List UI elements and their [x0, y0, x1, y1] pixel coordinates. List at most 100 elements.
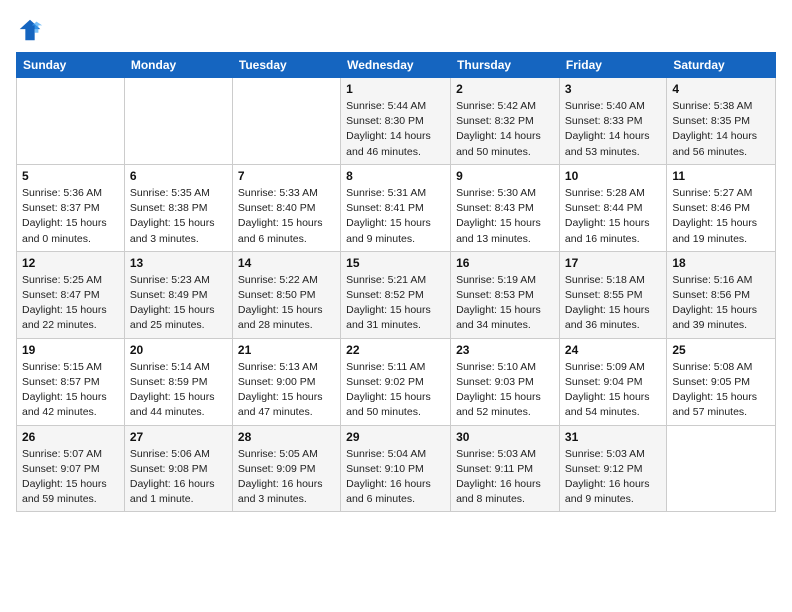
day-number: 3 [565, 82, 661, 96]
day-number: 25 [672, 343, 770, 357]
calendar-cell: 9 Sunrise: 5:30 AMSunset: 8:43 PMDaylight… [451, 164, 560, 251]
calendar-cell: 26Sunrise: 5:07 AMSunset: 9:07 PMDayligh… [17, 425, 125, 512]
calendar-cell: 4 Sunrise: 5:38 AMSunset: 8:35 PMDaylight… [667, 78, 776, 165]
day-number: 8 [346, 169, 445, 183]
day-info: Sunrise: 5:09 AMSunset: 9:04 PMDaylight:… [565, 360, 661, 421]
day-info: Sunrise: 5:33 AMSunset: 8:40 PMDaylight:… [238, 186, 335, 247]
calendar-cell: 6 Sunrise: 5:35 AMSunset: 8:38 PMDaylight… [124, 164, 232, 251]
day-info: Sunrise: 5:16 AMSunset: 8:56 PMDaylight:… [672, 273, 770, 334]
day-number: 5 [22, 169, 119, 183]
calendar-cell [232, 78, 340, 165]
day-number: 20 [130, 343, 227, 357]
calendar-cell [667, 425, 776, 512]
day-info: Sunrise: 5:25 AMSunset: 8:47 PMDaylight:… [22, 273, 119, 334]
day-number: 30 [456, 430, 554, 444]
day-number: 2 [456, 82, 554, 96]
day-number: 16 [456, 256, 554, 270]
day-number: 1 [346, 82, 445, 96]
day-number: 31 [565, 430, 661, 444]
day-info: Sunrise: 5:44 AMSunset: 8:30 PMDaylight:… [346, 99, 445, 160]
day-number: 4 [672, 82, 770, 96]
day-info: Sunrise: 5:14 AMSunset: 8:59 PMDaylight:… [130, 360, 227, 421]
weekday-header-tuesday: Tuesday [232, 53, 340, 78]
calendar-week-row: 26Sunrise: 5:07 AMSunset: 9:07 PMDayligh… [17, 425, 776, 512]
day-info: Sunrise: 5:35 AMSunset: 8:38 PMDaylight:… [130, 186, 227, 247]
day-number: 18 [672, 256, 770, 270]
logo-icon [16, 16, 44, 44]
day-info: Sunrise: 5:30 AMSunset: 8:43 PMDaylight:… [456, 186, 554, 247]
weekday-header-monday: Monday [124, 53, 232, 78]
day-number: 11 [672, 169, 770, 183]
day-info: Sunrise: 5:05 AMSunset: 9:09 PMDaylight:… [238, 447, 335, 508]
day-info: Sunrise: 5:04 AMSunset: 9:10 PMDaylight:… [346, 447, 445, 508]
calendar-cell: 29 Sunrise: 5:04 AMSunset: 9:10 PMDayligh… [341, 425, 451, 512]
day-info: Sunrise: 5:38 AMSunset: 8:35 PMDaylight:… [672, 99, 770, 160]
day-number: 6 [130, 169, 227, 183]
calendar-cell [124, 78, 232, 165]
calendar-week-row: 5 Sunrise: 5:36 AMSunset: 8:37 PMDaylight… [17, 164, 776, 251]
calendar-cell [17, 78, 125, 165]
weekday-header-saturday: Saturday [667, 53, 776, 78]
day-info: Sunrise: 5:21 AMSunset: 8:52 PMDaylight:… [346, 273, 445, 334]
page-header [16, 16, 776, 44]
calendar-table: SundayMondayTuesdayWednesdayThursdayFrid… [16, 52, 776, 512]
day-info: Sunrise: 5:06 AMSunset: 9:08 PMDaylight:… [130, 447, 227, 508]
day-info: Sunrise: 5:03 AMSunset: 9:12 PMDaylight:… [565, 447, 661, 508]
day-number: 12 [22, 256, 119, 270]
weekday-header-friday: Friday [559, 53, 666, 78]
calendar-cell: 27 Sunrise: 5:06 AMSunset: 9:08 PMDayligh… [124, 425, 232, 512]
calendar-cell: 13Sunrise: 5:23 AMSunset: 8:49 PMDayligh… [124, 251, 232, 338]
day-info: Sunrise: 5:11 AMSunset: 9:02 PMDaylight:… [346, 360, 445, 421]
day-number: 13 [130, 256, 227, 270]
calendar-cell: 3 Sunrise: 5:40 AMSunset: 8:33 PMDaylight… [559, 78, 666, 165]
day-number: 9 [456, 169, 554, 183]
day-info: Sunrise: 5:13 AMSunset: 9:00 PMDaylight:… [238, 360, 335, 421]
calendar-week-row: 19 Sunrise: 5:15 AMSunset: 8:57 PMDayligh… [17, 338, 776, 425]
calendar-cell: 28 Sunrise: 5:05 AMSunset: 9:09 PMDayligh… [232, 425, 340, 512]
day-number: 15 [346, 256, 445, 270]
calendar-cell: 16 Sunrise: 5:19 AMSunset: 8:53 PMDayligh… [451, 251, 560, 338]
calendar-cell: 8 Sunrise: 5:31 AMSunset: 8:41 PMDaylight… [341, 164, 451, 251]
calendar-cell: 7Sunrise: 5:33 AMSunset: 8:40 PMDaylight… [232, 164, 340, 251]
day-info: Sunrise: 5:40 AMSunset: 8:33 PMDaylight:… [565, 99, 661, 160]
calendar-cell: 12 Sunrise: 5:25 AMSunset: 8:47 PMDayligh… [17, 251, 125, 338]
calendar-cell: 10 Sunrise: 5:28 AMSunset: 8:44 PMDayligh… [559, 164, 666, 251]
calendar-week-row: 12 Sunrise: 5:25 AMSunset: 8:47 PMDayligh… [17, 251, 776, 338]
calendar-cell: 18 Sunrise: 5:16 AMSunset: 8:56 PMDayligh… [667, 251, 776, 338]
logo [16, 16, 48, 44]
day-info: Sunrise: 5:19 AMSunset: 8:53 PMDaylight:… [456, 273, 554, 334]
calendar-cell: 19 Sunrise: 5:15 AMSunset: 8:57 PMDayligh… [17, 338, 125, 425]
calendar-cell: 23 Sunrise: 5:10 AMSunset: 9:03 PMDayligh… [451, 338, 560, 425]
day-number: 24 [565, 343, 661, 357]
day-info: Sunrise: 5:27 AMSunset: 8:46 PMDaylight:… [672, 186, 770, 247]
day-number: 14 [238, 256, 335, 270]
calendar-cell: 24 Sunrise: 5:09 AMSunset: 9:04 PMDayligh… [559, 338, 666, 425]
day-number: 10 [565, 169, 661, 183]
calendar-cell: 25Sunrise: 5:08 AMSunset: 9:05 PMDayligh… [667, 338, 776, 425]
calendar-cell: 1 Sunrise: 5:44 AMSunset: 8:30 PMDaylight… [341, 78, 451, 165]
day-number: 19 [22, 343, 119, 357]
calendar-cell: 14 Sunrise: 5:22 AMSunset: 8:50 PMDayligh… [232, 251, 340, 338]
day-info: Sunrise: 5:22 AMSunset: 8:50 PMDaylight:… [238, 273, 335, 334]
day-info: Sunrise: 5:42 AMSunset: 8:32 PMDaylight:… [456, 99, 554, 160]
day-info: Sunrise: 5:28 AMSunset: 8:44 PMDaylight:… [565, 186, 661, 247]
day-number: 29 [346, 430, 445, 444]
calendar-cell: 31 Sunrise: 5:03 AMSunset: 9:12 PMDayligh… [559, 425, 666, 512]
calendar-cell: 21Sunrise: 5:13 AMSunset: 9:00 PMDayligh… [232, 338, 340, 425]
calendar-cell: 17Sunrise: 5:18 AMSunset: 8:55 PMDayligh… [559, 251, 666, 338]
weekday-header-wednesday: Wednesday [341, 53, 451, 78]
calendar-cell: 11 Sunrise: 5:27 AMSunset: 8:46 PMDayligh… [667, 164, 776, 251]
day-info: Sunrise: 5:31 AMSunset: 8:41 PMDaylight:… [346, 186, 445, 247]
day-info: Sunrise: 5:15 AMSunset: 8:57 PMDaylight:… [22, 360, 119, 421]
calendar-week-row: 1 Sunrise: 5:44 AMSunset: 8:30 PMDaylight… [17, 78, 776, 165]
day-number: 26 [22, 430, 119, 444]
day-info: Sunrise: 5:18 AMSunset: 8:55 PMDaylight:… [565, 273, 661, 334]
day-info: Sunrise: 5:10 AMSunset: 9:03 PMDaylight:… [456, 360, 554, 421]
day-number: 28 [238, 430, 335, 444]
day-number: 27 [130, 430, 227, 444]
day-info: Sunrise: 5:36 AMSunset: 8:37 PMDaylight:… [22, 186, 119, 247]
weekday-header-row: SundayMondayTuesdayWednesdayThursdayFrid… [17, 53, 776, 78]
day-info: Sunrise: 5:03 AMSunset: 9:11 PMDaylight:… [456, 447, 554, 508]
day-number: 23 [456, 343, 554, 357]
weekday-header-sunday: Sunday [17, 53, 125, 78]
